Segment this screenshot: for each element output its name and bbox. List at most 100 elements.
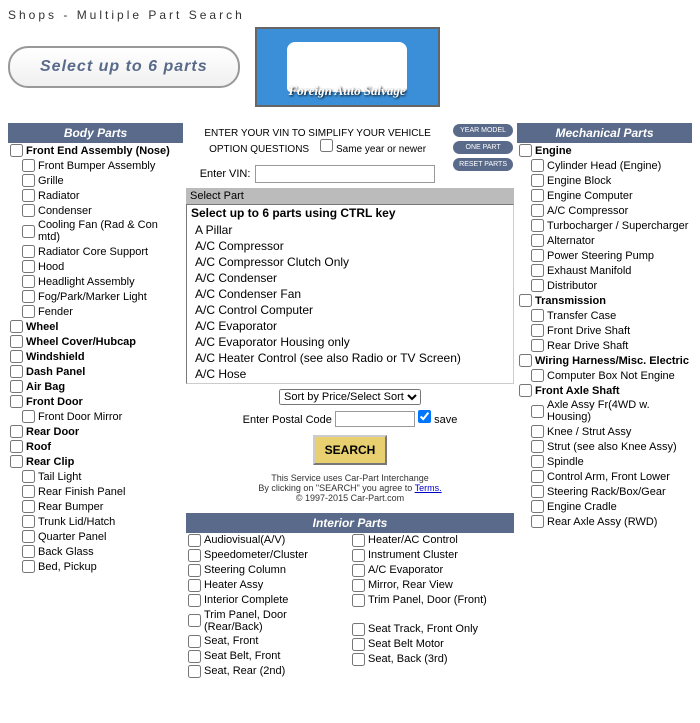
postal-input[interactable] — [335, 411, 415, 427]
list-item[interactable]: Rear Clip — [8, 454, 183, 469]
part-checkbox[interactable] — [531, 309, 544, 322]
list-item[interactable]: Steering Column — [186, 563, 350, 578]
list-item[interactable]: Dash Panel — [8, 364, 183, 379]
part-checkbox[interactable] — [519, 144, 532, 157]
part-checkbox[interactable] — [22, 204, 35, 217]
reset-parts-button[interactable]: RESET PARTS — [453, 158, 513, 171]
list-item[interactable]: Front Bumper Assembly — [8, 158, 183, 173]
list-item[interactable]: Seat Belt Motor — [350, 637, 514, 652]
listbox-option[interactable]: A/C Evaporator — [191, 318, 509, 334]
listbox-option[interactable]: A/C Hose — [191, 366, 509, 382]
part-checkbox[interactable] — [531, 500, 544, 513]
part-checkbox[interactable] — [22, 245, 35, 258]
part-checkbox[interactable] — [519, 294, 532, 307]
part-checkbox[interactable] — [10, 380, 23, 393]
part-checkbox[interactable] — [531, 219, 544, 232]
part-checkbox[interactable] — [531, 234, 544, 247]
list-item[interactable]: Radiator — [8, 188, 183, 203]
part-checkbox[interactable] — [531, 159, 544, 172]
search-button[interactable]: SEARCH — [313, 435, 388, 465]
part-checkbox[interactable] — [531, 264, 544, 277]
part-checkbox[interactable] — [22, 515, 35, 528]
part-checkbox[interactable] — [10, 350, 23, 363]
listbox-option[interactable]: A/C Heater Control (see also Radio or TV… — [191, 350, 509, 366]
list-item[interactable]: Condenser — [8, 203, 183, 218]
part-checkbox[interactable] — [188, 594, 201, 607]
part-checkbox[interactable] — [352, 594, 365, 607]
part-checkbox[interactable] — [22, 174, 35, 187]
part-checkbox[interactable] — [352, 623, 365, 636]
listbox-option[interactable]: A/C Control Computer — [191, 302, 509, 318]
part-checkbox[interactable] — [22, 500, 35, 513]
list-item[interactable]: Engine — [517, 143, 692, 158]
list-item[interactable]: Roof — [8, 439, 183, 454]
part-checkbox[interactable] — [22, 159, 35, 172]
list-item[interactable]: Air Bag — [8, 379, 183, 394]
list-item[interactable]: Computer Box Not Engine — [517, 368, 692, 383]
list-item[interactable]: Trunk Lid/Hatch — [8, 514, 183, 529]
part-checkbox[interactable] — [188, 614, 201, 627]
list-item[interactable]: Power Steering Pump — [517, 248, 692, 263]
part-checkbox[interactable] — [22, 485, 35, 498]
list-item[interactable]: Exhaust Manifold — [517, 263, 692, 278]
list-item[interactable]: Radiator Core Support — [8, 244, 183, 259]
list-item[interactable]: Rear Drive Shaft — [517, 338, 692, 353]
part-checkbox[interactable] — [531, 174, 544, 187]
list-item[interactable]: Instrument Cluster — [350, 548, 514, 563]
part-checkbox[interactable] — [519, 354, 532, 367]
listbox-option[interactable]: A/C Compressor Clutch Only — [191, 254, 509, 270]
listbox-option[interactable]: A/C Compressor — [191, 238, 509, 254]
part-checkbox[interactable] — [352, 579, 365, 592]
list-item[interactable]: Seat Track, Front Only — [350, 622, 514, 637]
list-item[interactable]: Back Glass — [8, 544, 183, 559]
list-item[interactable]: Cooling Fan (Rad & Con mtd) — [8, 218, 183, 244]
list-item[interactable]: Front Door Mirror — [8, 409, 183, 424]
list-item[interactable]: Trim Panel, Door (Front) — [350, 593, 514, 608]
part-checkbox[interactable] — [10, 440, 23, 453]
part-checkbox[interactable] — [531, 485, 544, 498]
list-item[interactable]: Heater Assy — [186, 578, 350, 593]
part-checkbox[interactable] — [352, 564, 365, 577]
part-checkbox[interactable] — [519, 384, 532, 397]
part-checkbox[interactable] — [22, 305, 35, 318]
list-item[interactable]: Front Drive Shaft — [517, 323, 692, 338]
list-item[interactable]: Fog/Park/Marker Light — [8, 289, 183, 304]
list-item[interactable]: Seat, Back (3rd) — [350, 652, 514, 667]
vin-input[interactable] — [255, 165, 435, 183]
list-item[interactable]: Cylinder Head (Engine) — [517, 158, 692, 173]
part-checkbox[interactable] — [352, 638, 365, 651]
part-checkbox[interactable] — [531, 440, 544, 453]
part-checkbox[interactable] — [188, 534, 201, 547]
part-checkbox[interactable] — [10, 335, 23, 348]
list-item[interactable]: Interior Complete — [186, 593, 350, 608]
list-item[interactable]: A/C Evaporator — [350, 563, 514, 578]
list-item[interactable]: Wheel — [8, 319, 183, 334]
same-year-checkbox[interactable] — [320, 139, 333, 152]
part-checkbox[interactable] — [22, 290, 35, 303]
part-checkbox[interactable] — [531, 189, 544, 202]
listbox-option[interactable]: A/C Evaporator Housing only — [191, 334, 509, 350]
list-item[interactable]: Front Axle Shaft — [517, 383, 692, 398]
part-checkbox[interactable] — [531, 470, 544, 483]
listbox-option[interactable]: A/C Condenser — [191, 270, 509, 286]
list-item[interactable]: Knee / Strut Assy — [517, 424, 692, 439]
listbox-option[interactable]: A Pillar — [191, 222, 509, 238]
part-checkbox[interactable] — [352, 653, 365, 666]
sort-select[interactable]: Sort by Price/Select Sort — [279, 389, 421, 405]
list-item[interactable]: Spindle — [517, 454, 692, 469]
list-item[interactable]: Audiovisual(A/V) — [186, 533, 350, 548]
part-checkbox[interactable] — [22, 225, 35, 238]
list-item[interactable]: Transmission — [517, 293, 692, 308]
part-checkbox[interactable] — [188, 650, 201, 663]
part-checkbox[interactable] — [531, 405, 544, 418]
list-item[interactable]: Bed, Pickup — [8, 559, 183, 574]
part-checkbox[interactable] — [22, 260, 35, 273]
list-item[interactable]: Engine Cradle — [517, 499, 692, 514]
part-checkbox[interactable] — [10, 455, 23, 468]
list-item[interactable]: Windshield — [8, 349, 183, 364]
list-item[interactable]: Distributor — [517, 278, 692, 293]
part-checkbox[interactable] — [188, 665, 201, 678]
part-checkbox[interactable] — [10, 425, 23, 438]
list-item[interactable]: Headlight Assembly — [8, 274, 183, 289]
one-part-button[interactable]: ONE PART — [453, 141, 513, 154]
